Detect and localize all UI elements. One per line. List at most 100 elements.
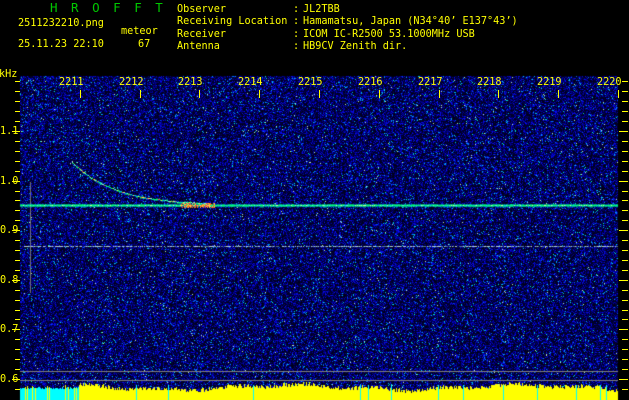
x-axis-tick — [379, 90, 380, 98]
x-axis-tick-label: 2220 — [597, 77, 622, 88]
y-axis-minor-tick — [15, 389, 20, 390]
y-axis-tick-label: 0.6 — [0, 374, 13, 385]
y-axis-minor-tick — [622, 161, 628, 162]
filename-label: 2511232210.png — [18, 18, 104, 30]
station-info-row: Receiver: ICOM IC-R2500 53.1000MHz USB — [177, 29, 518, 41]
station-info-separator: : — [293, 16, 303, 28]
y-axis-minor-tick — [622, 349, 628, 350]
y-axis-minor-tick — [15, 250, 20, 251]
station-info-row: Receiving Location: Hamamatsu, Japan (N34… — [177, 16, 518, 28]
y-axis-minor-tick — [15, 81, 20, 82]
y-axis-minor-tick — [15, 91, 20, 92]
event-type-label: meteor — [121, 26, 158, 38]
y-axis-minor-tick — [15, 260, 20, 261]
x-axis-tick-label: 2218 — [477, 77, 502, 88]
y-axis-major-tick — [619, 131, 628, 132]
y-axis-major-tick — [619, 379, 628, 380]
app-title: H R O F F T — [50, 1, 166, 15]
station-info-value: ICOM IC-R2500 53.1000MHz USB — [303, 29, 475, 41]
y-axis-minor-tick — [622, 151, 628, 152]
y-axis-minor-tick — [15, 369, 20, 370]
station-info-separator: : — [293, 29, 303, 41]
y-axis-minor-tick — [15, 200, 20, 201]
datetime-label: 25.11.23 22:10 — [18, 39, 104, 51]
y-axis-minor-tick — [622, 389, 628, 390]
y-axis-minor-tick — [15, 359, 20, 360]
y-axis-minor-tick — [15, 310, 20, 311]
y-axis-major-tick — [619, 280, 628, 281]
y-axis-minor-tick — [15, 349, 20, 350]
y-axis-minor-tick — [15, 121, 20, 122]
y-axis-minor-tick — [622, 121, 628, 122]
y-axis-minor-tick — [15, 319, 20, 320]
y-axis-minor-tick — [622, 300, 628, 301]
y-axis-minor-tick — [15, 101, 20, 102]
x-axis-tick — [439, 90, 440, 98]
x-axis-tick — [498, 90, 499, 98]
y-axis-minor-tick — [15, 141, 20, 142]
y-axis-minor-tick — [15, 210, 20, 211]
y-axis-minor-tick — [622, 369, 628, 370]
x-axis-tick-label: 2213 — [178, 77, 203, 88]
y-axis-minor-tick — [622, 260, 628, 261]
station-info-value: Hamamatsu, Japan (N34°40’ E137°43’) — [303, 16, 518, 28]
x-axis-tick-label: 2214 — [238, 77, 263, 88]
station-info-label: Antenna — [177, 41, 293, 53]
y-axis-minor-tick — [622, 290, 628, 291]
y-axis-major-tick — [619, 181, 628, 182]
y-axis-minor-tick — [15, 220, 20, 221]
y-axis-minor-tick — [15, 161, 20, 162]
station-info-label: Observer — [177, 4, 293, 16]
x-axis-tick-label: 2219 — [537, 77, 562, 88]
y-axis-minor-tick — [15, 111, 20, 112]
x-axis-tick-label: 2212 — [119, 77, 144, 88]
y-axis-minor-tick — [622, 270, 628, 271]
y-axis-minor-tick — [15, 240, 20, 241]
station-info-value: JL2TBB — [303, 4, 340, 16]
y-axis-minor-tick — [622, 91, 628, 92]
event-count-label: 67 — [138, 39, 150, 51]
y-axis-minor-tick — [15, 171, 20, 172]
x-axis-tick-label: 2217 — [418, 77, 443, 88]
y-axis-minor-tick — [622, 191, 628, 192]
station-info-block: Observer: JL2TBB Receiving Location: Hamama… — [177, 4, 518, 53]
x-axis-tick — [80, 90, 81, 98]
y-axis-minor-tick — [622, 111, 628, 112]
station-info-label: Receiving Location — [177, 16, 293, 28]
header-panel: H R O F F T 2511232210.png meteor 25.11.… — [0, 0, 629, 70]
y-axis-major-tick — [619, 329, 628, 330]
y-axis-minor-tick — [15, 270, 20, 271]
y-axis-minor-tick — [622, 240, 628, 241]
x-axis-tick-label: 2216 — [358, 77, 383, 88]
y-axis-minor-tick — [622, 81, 628, 82]
y-axis-minor-tick — [15, 191, 20, 192]
x-axis-tick — [259, 90, 260, 98]
y-axis-minor-tick — [15, 339, 20, 340]
y-axis-minor-tick — [622, 250, 628, 251]
x-axis-tick-label: 2211 — [59, 77, 84, 88]
y-axis-tick-label: 1.1 — [0, 126, 13, 137]
x-axis-tick — [140, 90, 141, 98]
y-axis-minor-tick — [622, 171, 628, 172]
station-info-label: Receiver — [177, 29, 293, 41]
y-axis-minor-tick — [15, 290, 20, 291]
station-info-row: Antenna: HB9CV Zenith dir. — [177, 41, 518, 53]
x-axis-tick — [319, 90, 320, 98]
x-axis-tick-label: 2215 — [298, 77, 323, 88]
y-axis-tick-label: 0.7 — [0, 324, 13, 335]
y-axis-minor-tick — [622, 210, 628, 211]
y-axis-minor-tick — [15, 151, 20, 152]
x-axis-tick — [558, 90, 559, 98]
station-info-separator: : — [293, 41, 303, 53]
y-axis-unit-label: kHz — [0, 69, 17, 80]
y-axis-minor-tick — [622, 359, 628, 360]
y-axis-minor-tick — [622, 101, 628, 102]
station-info-separator: : — [293, 4, 303, 16]
y-axis-minor-tick — [622, 141, 628, 142]
y-axis-minor-tick — [622, 200, 628, 201]
station-info-value: HB9CV Zenith dir. — [303, 41, 407, 53]
x-axis-tick — [199, 90, 200, 98]
y-axis-minor-tick — [622, 319, 628, 320]
y-axis-minor-tick — [15, 300, 20, 301]
y-axis-tick-label: 0.9 — [0, 225, 13, 236]
